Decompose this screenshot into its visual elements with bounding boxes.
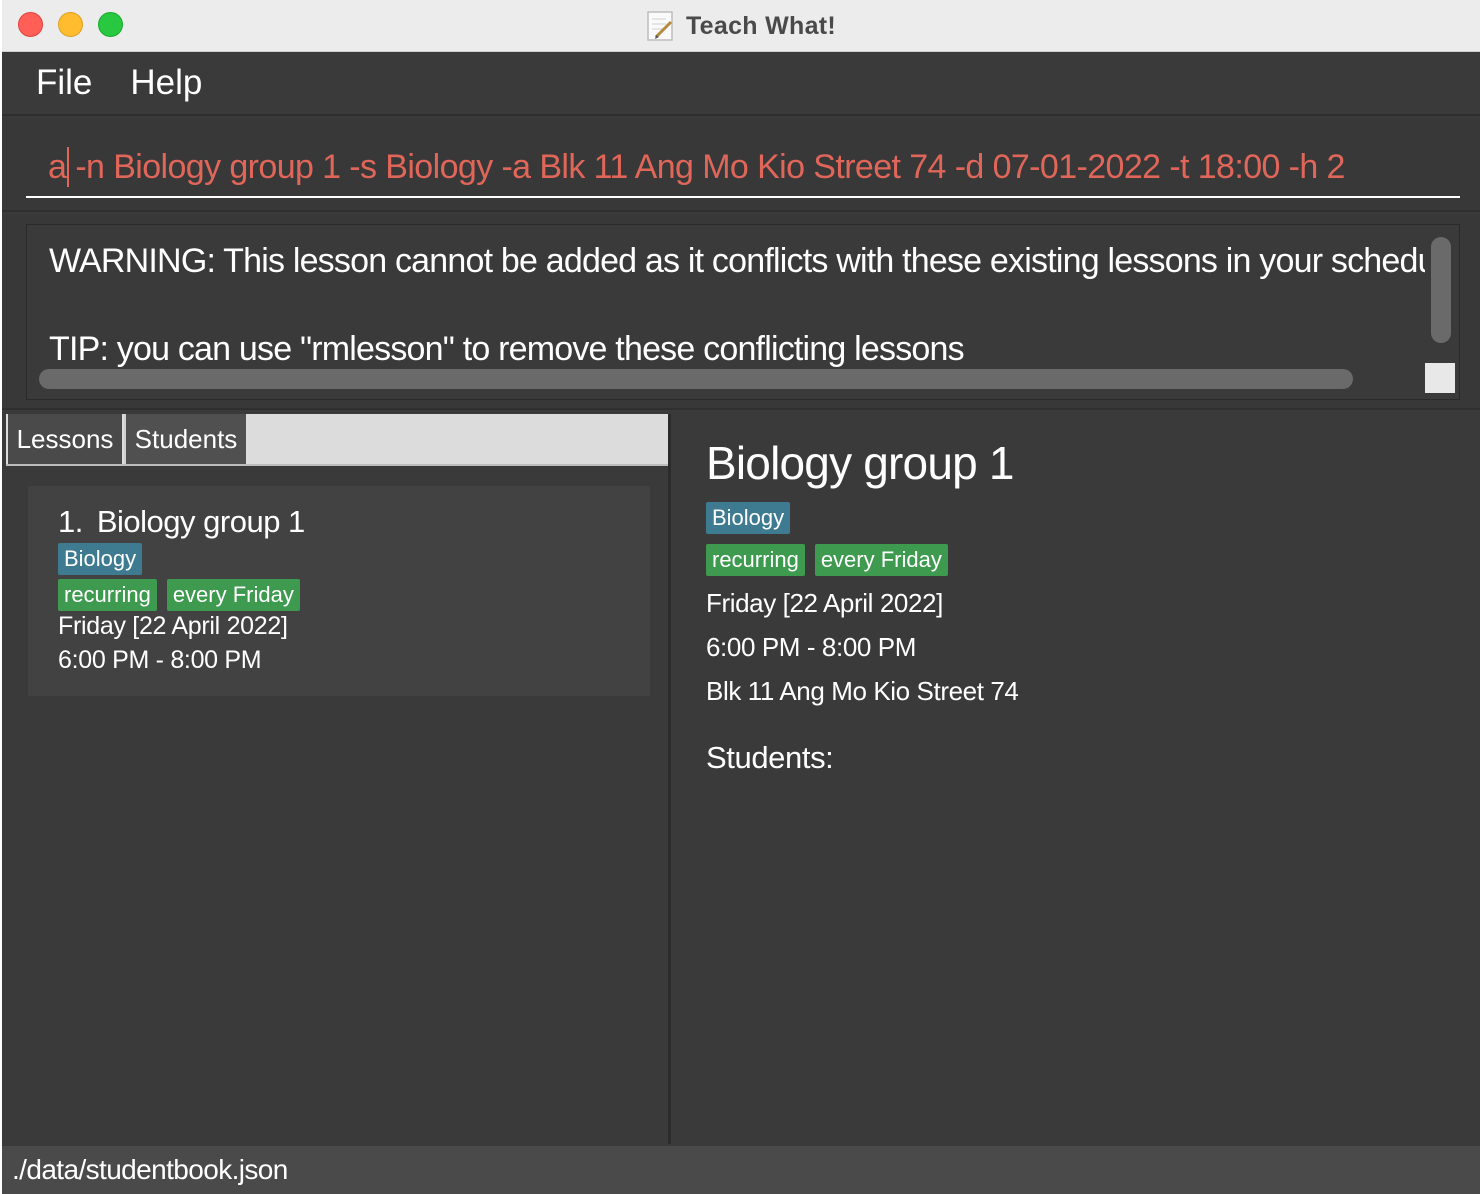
horizontal-scrollbar[interactable] bbox=[39, 369, 1353, 389]
subject-tag: Biology bbox=[58, 543, 143, 575]
result-text: WARNING: This lesson cannot be added as … bbox=[49, 239, 1425, 371]
lesson-date: Friday [22 April 2022] bbox=[58, 612, 288, 640]
menu-bar: File Help bbox=[2, 52, 1480, 116]
vertical-scrollbar[interactable] bbox=[1431, 237, 1451, 343]
detail-subject-row: Biology bbox=[706, 502, 791, 534]
tab-students[interactable]: Students bbox=[124, 414, 246, 464]
title-wrap: Teach What! bbox=[2, 0, 1480, 52]
status-bar: ./data/studentbook.json bbox=[2, 1146, 1480, 1194]
detail-subject-tag: Biology bbox=[706, 502, 791, 534]
detail-panel: Biology group 1 Biology recurring every … bbox=[671, 414, 1480, 1144]
tab-lessons[interactable]: Lessons bbox=[8, 414, 122, 464]
result-display[interactable]: WARNING: This lesson cannot be added as … bbox=[26, 224, 1460, 400]
detail-date: Friday [22 April 2022] bbox=[706, 588, 943, 618]
command-box: a -n Biology group 1 -s Biology -a Blk 1… bbox=[2, 118, 1480, 212]
lesson-card-title: 1. Biology group 1 bbox=[58, 504, 305, 540]
result-blank-line bbox=[49, 283, 1425, 327]
command-text-after-caret: -n Biology group 1 -s Biology -a Blk 11 … bbox=[75, 147, 1345, 186]
window-title: Teach What! bbox=[685, 11, 837, 40]
command-input[interactable]: a -n Biology group 1 -s Biology -a Blk 1… bbox=[26, 138, 1460, 198]
lesson-time: 6:00 PM - 8:00 PM bbox=[58, 646, 262, 674]
day-tag: every Friday bbox=[166, 579, 300, 611]
recurring-tag: recurring bbox=[58, 579, 157, 611]
lesson-list-item[interactable]: 1. Biology group 1 Biology recurring ever… bbox=[28, 486, 650, 696]
scrollbar-corner bbox=[1425, 363, 1455, 393]
detail-address: Blk 11 Ang Mo Kio Street 74 bbox=[706, 676, 1019, 706]
detail-students-label: Students: bbox=[706, 740, 834, 775]
save-file-path: ./data/studentbook.json bbox=[12, 1154, 288, 1185]
app-window: Teach What! File Help a -n Biology group… bbox=[2, 0, 1480, 1194]
lesson-tag-row: recurring every Friday bbox=[58, 579, 300, 611]
detail-lesson-name: Biology group 1 bbox=[706, 437, 1014, 489]
menu-file[interactable]: File bbox=[36, 63, 92, 103]
lesson-index: 1. bbox=[58, 504, 83, 539]
result-tip: TIP: you can use "rmlesson" to remove th… bbox=[49, 330, 965, 368]
command-text-before-caret: a bbox=[48, 147, 67, 186]
lesson-subject-row: Biology bbox=[58, 543, 143, 575]
list-panel: Lessons Students 1. Biology group 1 Biolo… bbox=[6, 414, 668, 1144]
detail-time: 6:00 PM - 8:00 PM bbox=[706, 632, 916, 662]
detail-tag-row: recurring every Friday bbox=[706, 544, 948, 576]
lesson-name: Biology group 1 bbox=[96, 504, 305, 539]
tab-bar: Lessons Students bbox=[6, 414, 668, 466]
menu-help[interactable]: Help bbox=[130, 63, 202, 103]
detail-recurring-tag: recurring bbox=[706, 544, 805, 576]
text-caret bbox=[67, 147, 70, 187]
document-icon bbox=[646, 10, 676, 42]
title-bar: Teach What! bbox=[2, 0, 1480, 52]
result-display-container: WARNING: This lesson cannot be added as … bbox=[2, 214, 1480, 410]
detail-day-tag: every Friday bbox=[814, 544, 948, 576]
result-warning: WARNING: This lesson cannot be added as … bbox=[49, 242, 1425, 280]
